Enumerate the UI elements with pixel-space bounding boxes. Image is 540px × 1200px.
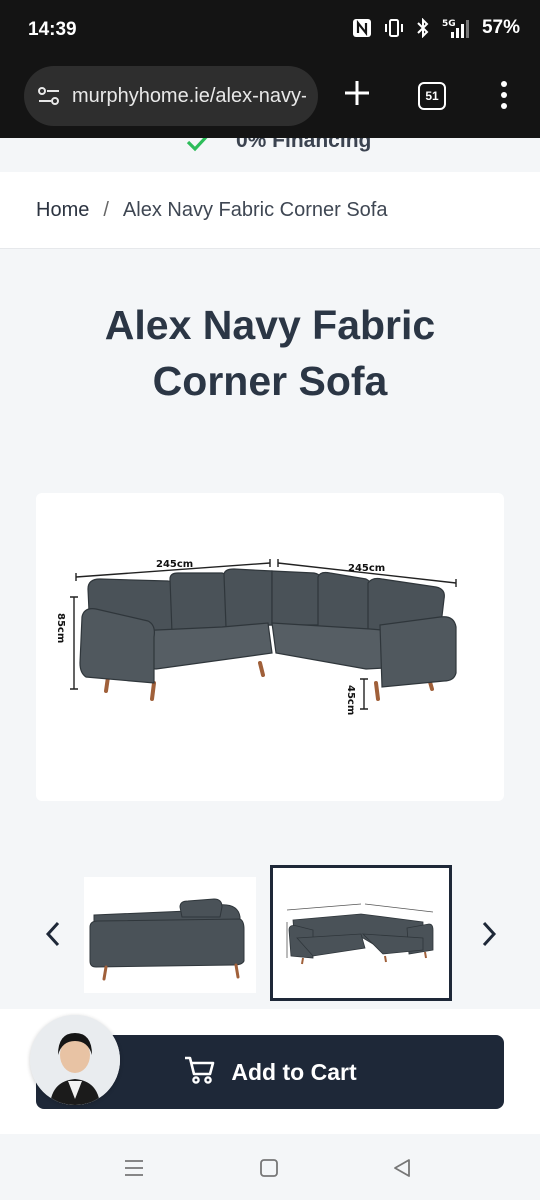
site-settings-icon[interactable] <box>36 83 62 109</box>
bluetooth-icon <box>416 18 430 38</box>
breadcrumb: Home / Alex Navy Fabric Corner Sofa <box>0 172 540 249</box>
chevron-right-icon[interactable] <box>474 917 502 951</box>
vibrate-icon <box>384 18 404 38</box>
product-main: Alex Navy Fabric Corner Sofa 245cm 245cm… <box>0 249 540 1009</box>
system-nav-bar <box>0 1134 540 1200</box>
cart-icon <box>183 1053 217 1092</box>
address-bar[interactable]: murphyhome.ie/alex-navy-fabric-corner-so… <box>24 66 318 126</box>
check-icon <box>184 138 212 156</box>
thumbnail-carousel <box>0 861 540 1009</box>
nfc-icon <box>352 18 372 38</box>
battery-percent: 57% <box>481 17 520 38</box>
breadcrumb-separator: / <box>103 198 109 221</box>
browser-toolbar: murphyhome.ie/alex-navy-fabric-corner-so… <box>0 62 540 138</box>
promo-text: 0% Financing <box>236 138 372 152</box>
promo-strip: 0% Financing <box>0 138 540 172</box>
status-time: 14:39 <box>28 19 77 40</box>
status-icons: 5G 57% <box>352 17 520 39</box>
url-text[interactable]: murphyhome.ie/alex-navy-fabric-corner-so… <box>72 85 306 108</box>
tab-switcher-icon[interactable]: 51 <box>418 82 446 110</box>
sofa-illustration: 245cm 245cm 85cm 45cm <box>55 559 457 715</box>
product-title: Alex Navy Fabric Corner Sofa <box>104 302 436 404</box>
svg-text:85cm: 85cm <box>55 613 66 643</box>
thumbnail-side-view[interactable] <box>84 877 256 993</box>
svg-text:5G: 5G <box>442 19 456 29</box>
recents-icon[interactable] <box>122 1156 146 1180</box>
chevron-left-icon[interactable] <box>40 917 68 951</box>
breadcrumb-current: Alex Navy Fabric Corner Sofa <box>122 198 388 221</box>
back-icon[interactable] <box>390 1156 414 1180</box>
new-tab-plus-icon[interactable] <box>340 76 374 110</box>
svg-text:45cm: 45cm <box>345 685 356 715</box>
5g-signal-icon: 5G <box>442 17 470 39</box>
menu-dots-icon[interactable] <box>494 78 514 112</box>
svg-text:245cm: 245cm <box>156 559 193 570</box>
product-main-image[interactable]: 245cm 245cm 85cm 45cm <box>36 493 504 801</box>
breadcrumb-home-link[interactable]: Home <box>36 199 89 222</box>
status-bar: 14:39 5G 57% <box>0 0 540 62</box>
home-icon[interactable] <box>257 1156 281 1180</box>
add-to-cart-label: Add to Cart <box>231 1058 357 1085</box>
thumbnail-dimensions-view[interactable] <box>270 865 452 1001</box>
support-agent-avatar[interactable] <box>30 1015 120 1105</box>
svg-text:245cm: 245cm <box>348 563 385 574</box>
